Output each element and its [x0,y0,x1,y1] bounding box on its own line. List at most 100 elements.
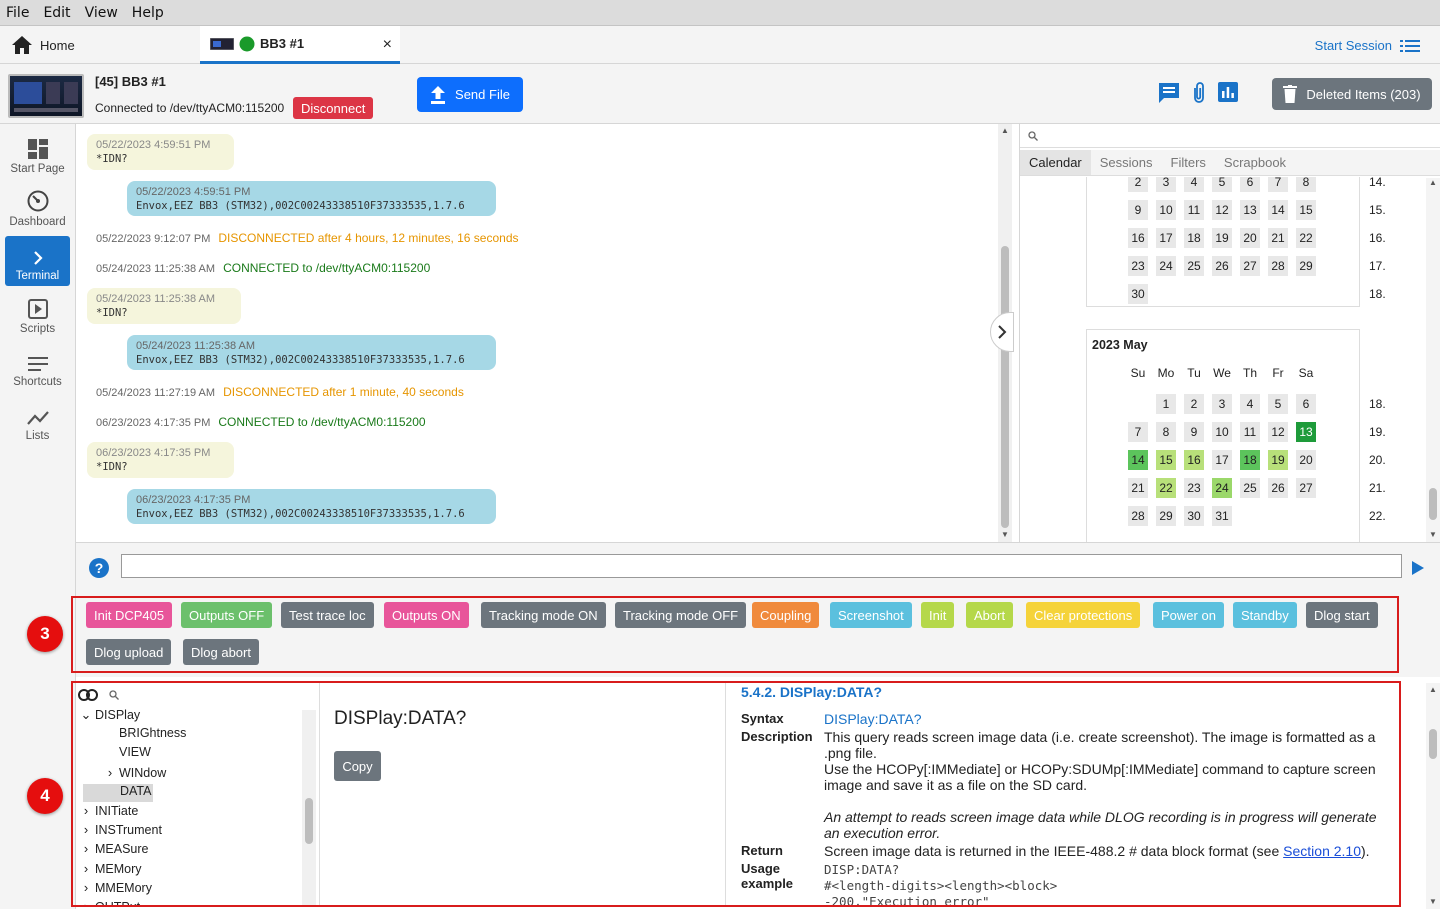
sidebar-item-start-page[interactable]: Start Page [5,129,70,179]
send-icon[interactable] [1412,561,1424,575]
calendar-day[interactable]: 24 [1156,256,1176,276]
deleted-items-button[interactable]: Deleted Items (203) [1272,78,1432,110]
calendar-day[interactable]: 10 [1212,422,1232,442]
calendar-day[interactable]: 10 [1156,200,1176,220]
calendar-day[interactable]: 8 [1156,422,1176,442]
send-file-button[interactable]: Send File [417,77,523,112]
history-request[interactable]: 05/22/2023 4:59:51 PM *IDN? [87,134,234,170]
shortcut-button[interactable]: Dlog start [1306,602,1378,628]
calendar-day[interactable]: 17 [1212,450,1232,470]
calendar-day[interactable]: 13 [1296,422,1316,442]
calendar-day[interactable]: 25 [1184,256,1204,276]
tab-filters[interactable]: Filters [1162,150,1215,175]
sidebar-item-scripts[interactable]: Scripts [5,289,70,339]
start-session-button[interactable]: Start Session [1315,38,1420,53]
history-request[interactable]: 06/23/2023 4:17:35 PM *IDN? [87,442,234,478]
calendar-day[interactable]: 21 [1128,478,1148,498]
calendar-day[interactable]: 22 [1156,478,1176,498]
disconnect-button[interactable]: Disconnect [293,97,374,119]
calendar-day[interactable]: 26 [1212,256,1232,276]
calendar-day[interactable]: 11 [1184,200,1204,220]
calendar-day[interactable]: 2 [1184,394,1204,414]
history-response[interactable]: 05/24/2023 11:25:38 AM Envox,EEZ BB3 (ST… [127,335,496,370]
tree-item[interactable]: › INSTrument [80,822,302,840]
history-request[interactable]: 05/24/2023 11:25:38 AM *IDN? [87,288,241,324]
calendar-day[interactable]: 15 [1296,200,1316,220]
menu-edit[interactable]: Edit [43,5,70,21]
calendar-day[interactable]: 19 [1268,450,1288,470]
chevron-right-icon[interactable]: › [80,880,92,895]
calendar-day[interactable]: 14 [1128,450,1148,470]
shortcut-button[interactable]: Power on [1153,602,1224,628]
calendar-day[interactable]: 9 [1184,422,1204,442]
history-response[interactable]: 06/23/2023 4:17:35 PM Envox,EEZ BB3 (STM… [127,489,496,524]
tab-scrapbook[interactable]: Scrapbook [1215,150,1295,175]
shortcut-button[interactable]: Outputs OFF [181,602,273,628]
calendar-day[interactable]: 13 [1240,200,1260,220]
shortcut-button[interactable]: Clear protections [1026,602,1141,628]
calendar-day[interactable]: 31 [1212,506,1232,526]
chart-bar-icon[interactable] [1218,82,1238,102]
help-icon[interactable]: ? [89,558,109,578]
calendar-day[interactable]: 4 [1184,177,1204,192]
calendar-day[interactable]: 30 [1184,506,1204,526]
tree-item[interactable]: › MEASure [80,841,302,859]
calendar-day[interactable]: 29 [1156,506,1176,526]
tree-scrollbar[interactable] [302,710,316,907]
history-response[interactable]: 05/22/2023 4:59:51 PM Envox,EEZ BB3 (STM… [127,181,496,216]
shortcut-button[interactable]: Init DCP405 [86,602,173,628]
calendar-day[interactable]: 20 [1296,450,1316,470]
calendar-day[interactable]: 21 [1268,228,1288,248]
shortcut-button[interactable]: Abort [966,602,1014,628]
menu-view[interactable]: View [85,5,118,21]
calendar-day[interactable]: 25 [1240,478,1260,498]
sidebar-item-shortcuts[interactable]: Shortcuts [5,342,70,392]
shortcut-button[interactable]: Standby [1233,602,1297,628]
calendar-day[interactable]: 3 [1156,177,1176,192]
calendar-day[interactable]: 16 [1184,450,1204,470]
calendar-day[interactable]: 20 [1240,228,1260,248]
calendar-day[interactable]: 7 [1268,177,1288,192]
copy-button[interactable]: Copy [334,751,381,781]
calendar-day[interactable]: 6 [1240,177,1260,192]
command-input[interactable] [121,554,1402,578]
calendar-day[interactable]: 15 [1156,450,1176,470]
shortcut-button[interactable]: Coupling [752,602,820,628]
calendar-day[interactable]: 14 [1268,200,1288,220]
calendar-day[interactable]: 8 [1296,177,1316,192]
shortcut-button[interactable]: Init [921,602,955,628]
calendar-day[interactable]: 23 [1184,478,1204,498]
sidebar-item-terminal[interactable]: Terminal [5,236,70,286]
tab-home[interactable]: Home [0,26,200,64]
calendar-day[interactable]: 17 [1156,228,1176,248]
calendar-day[interactable]: 27 [1296,478,1316,498]
sidebar-item-lists[interactable]: Lists [5,396,70,446]
calendar-day[interactable]: 24 [1212,478,1232,498]
calendar-day[interactable]: 23 [1128,256,1148,276]
shortcut-button[interactable]: Screenshot [830,602,912,628]
shortcut-button[interactable]: Dlog abort [183,639,259,665]
calendar-day[interactable]: 5 [1212,177,1232,192]
chevron-right-icon[interactable]: › [80,861,92,876]
calendar-day[interactable]: 9 [1128,200,1148,220]
tree-item[interactable]: › MEMory [80,861,302,879]
chevron-right-icon[interactable]: › [80,899,92,907]
calendar-day[interactable]: 11 [1240,422,1260,442]
doc-syntax-link[interactable]: DISPlay:DATA? [824,711,1384,727]
calendar-day[interactable]: 19 [1212,228,1232,248]
search-icon[interactable] [109,690,119,700]
section-link[interactable]: Section 2.10 [1283,843,1361,859]
tab-calendar[interactable]: Calendar [1020,150,1091,175]
chevron-down-icon[interactable]: ⌄ [80,707,92,723]
tree-item[interactable]: › WINdow [80,765,302,783]
calendar-day[interactable]: 22 [1296,228,1316,248]
shortcut-button[interactable]: Tracking mode ON [481,602,606,628]
doc-scrollbar[interactable]: ▲ ▼ [1426,683,1440,909]
chevron-right-icon[interactable]: › [80,841,92,856]
calendar-day[interactable]: 29 [1296,256,1316,276]
tree-item[interactable]: › INITiate [80,803,302,821]
chevron-right-icon[interactable]: › [104,765,116,780]
calendar-search[interactable] [1020,124,1440,148]
calendar-day[interactable]: 26 [1268,478,1288,498]
sidebar-item-dashboard[interactable]: Dashboard [5,182,70,232]
